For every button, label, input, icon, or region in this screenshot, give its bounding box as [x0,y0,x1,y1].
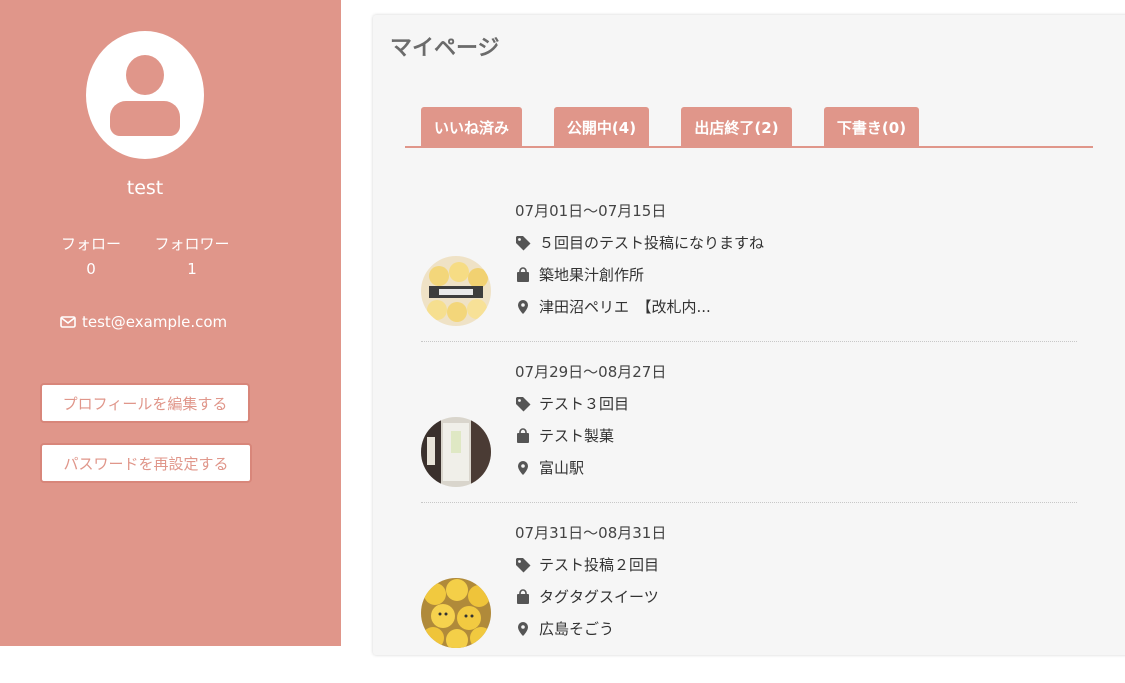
post-location: 広島そごう [539,620,615,638]
post-shop-row: 築地果汁創作所 [515,264,644,285]
post-shop-row: タグタグスイーツ [515,586,659,607]
page-title: マイページ [390,36,500,61]
profile-sidebar: test フォロー 0 フォロワー 1 test@example.com プロフ… [0,0,341,646]
post-date: 07月01日〜07月15日 [515,202,667,220]
tag-icon [516,235,531,250]
shopping-bag-icon [517,588,529,604]
edit-profile-button[interactable]: プロフィールを編集する [40,383,250,423]
thumbnail-image [421,578,491,648]
email-row: test@example.com [60,313,227,331]
post-title-row: テスト３回目 [515,393,629,414]
post-title-row: ５回目のテスト投稿になりますね [515,232,764,253]
post-title[interactable]: テスト３回目 [539,393,629,414]
map-pin-icon [518,460,528,475]
tab-drafts[interactable]: 下書き(0) [824,107,919,147]
post-item[interactable]: 07月31日〜08月31日 テスト投稿２回目 タグタグスイーツ 広島そごう [421,522,1077,683]
follower-stat[interactable]: フォロワー 1 [151,233,233,278]
follow-stat[interactable]: フォロー 0 [57,233,125,278]
post-thumbnail[interactable] [421,578,491,648]
post-title-row: テスト投稿２回目 [515,554,659,575]
reset-password-button[interactable]: パスワードを再設定する [40,443,252,483]
post-thumbnail[interactable] [421,417,491,487]
post-location-row: 富山駅 [515,457,584,478]
post-date: 07月31日〜08月31日 [515,524,667,542]
username: test [126,177,164,199]
avatar [86,31,204,159]
post-shop: 築地果汁創作所 [539,266,645,284]
post-title[interactable]: テスト投稿２回目 [539,554,659,575]
post-shop: タグタグスイーツ [539,588,659,606]
map-pin-icon [518,299,528,314]
post-item[interactable]: 07月01日〜07月15日 ５回目のテスト投稿になりますね 築地果汁創作所 津田… [421,200,1077,361]
tab-published[interactable]: 公開中(4) [554,107,649,147]
post-location-row: 広島そごう [515,618,614,639]
post-date: 07月29日〜08月27日 [515,363,667,381]
post-item[interactable]: 07月29日〜08月27日 テスト３回目 テスト製菓 富山駅 [421,361,1077,522]
post-divider [421,341,1077,342]
post-shop: テスト製菓 [539,427,615,445]
avatar-head [126,55,164,95]
envelope-icon [60,316,76,328]
avatar-body [110,101,180,136]
follow-count: 0 [86,260,96,278]
post-location: 富山駅 [539,459,585,477]
post-divider [421,502,1077,503]
thumbnail-image [421,417,491,487]
tabs-underline [405,146,1093,148]
post-thumbnail[interactable] [421,256,491,326]
follower-count: 1 [187,260,197,278]
shopping-bag-icon [517,266,529,282]
post-location-row: 津田沼ペリエ 【改札内... [515,296,711,317]
tab-ended[interactable]: 出店終了(2) [681,107,792,147]
email-text: test@example.com [82,313,228,331]
follower-label: フォロワー [154,235,230,253]
tab-liked[interactable]: いいね済み [421,107,522,147]
tag-icon [516,396,531,411]
post-shop-row: テスト製菓 [515,425,614,446]
post-title[interactable]: ５回目のテスト投稿になりますね [539,232,764,253]
follow-label: フォロー [60,235,121,253]
post-location: 津田沼ペリエ 【改札内... [539,298,711,316]
map-pin-icon [518,621,528,636]
shopping-bag-icon [517,427,529,443]
tag-icon [516,557,531,572]
thumbnail-image [421,256,491,326]
